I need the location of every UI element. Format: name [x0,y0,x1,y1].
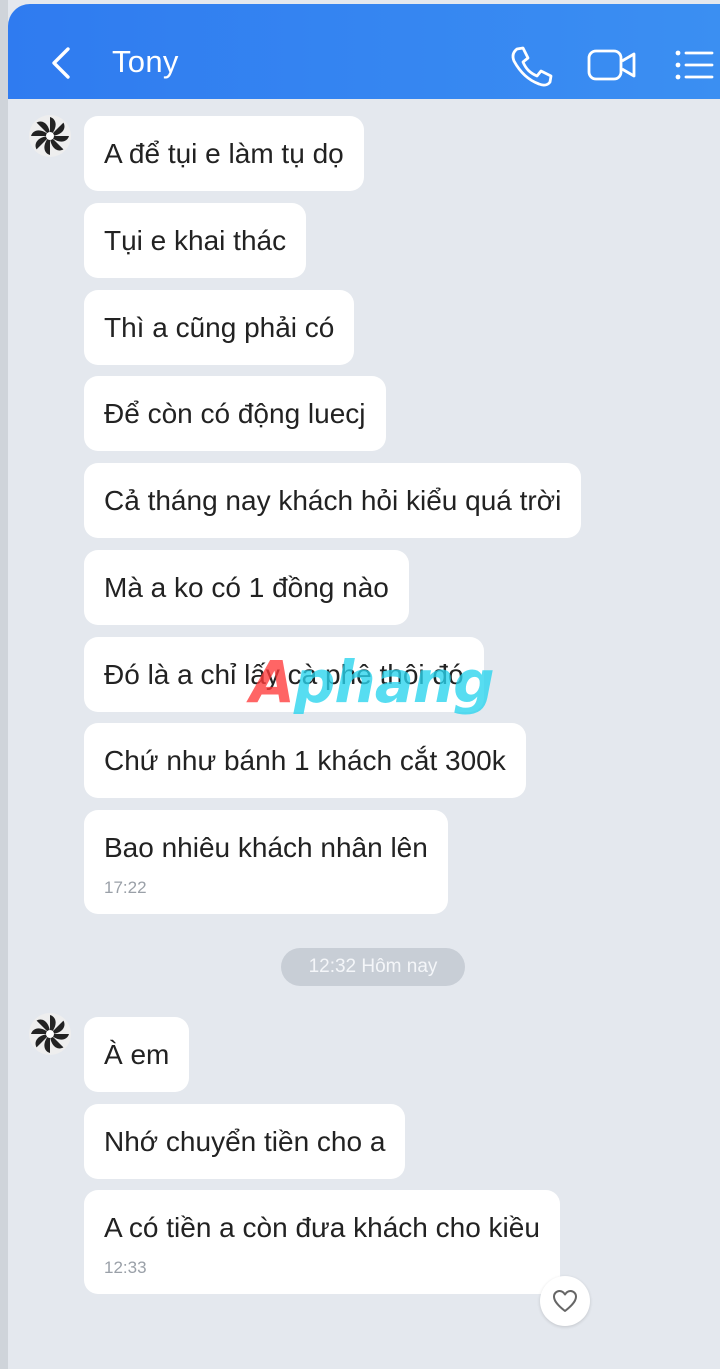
message-text: Tụi e khai thác [104,225,287,256]
watermark-part: phang [293,648,495,716]
message-text: A để tụi e làm tụ dọ [104,138,344,169]
message-text: Nhớ chuyển tiền cho a [104,1126,386,1157]
window-edge [0,0,8,1369]
message-bubble[interactable]: À em [84,1017,190,1092]
message-bubble[interactable]: Thì a cũng phải có [84,290,355,365]
heart-icon [553,1290,577,1312]
message-timestamp: 17:22 [104,878,147,897]
chat-header: Tony [8,4,720,99]
message-bubble[interactable]: Nhớ chuyển tiền cho a [84,1104,406,1179]
message-text: A có tiền a còn đưa khách cho kiều [104,1212,540,1243]
message-text: Thì a cũng phải có [104,312,335,343]
message-bubble[interactable]: Bao nhiêu khách nhân lên 17:22 [84,810,448,914]
list-menu-icon[interactable] [672,46,716,84]
message-timestamp: 12:33 [104,1258,147,1277]
watermark-logo: Aphang [250,648,495,716]
message-bubble[interactable]: Để còn có động luecj [84,376,386,451]
message-text: Để còn có động luecj [104,398,366,429]
video-camera-icon[interactable] [586,46,638,84]
message-bubble[interactable]: A có tiền a còn đưa khách cho kiều 12:33 [84,1190,560,1294]
reaction-button[interactable] [540,1276,590,1326]
message-bubble[interactable]: Chứ như bánh 1 khách cắt 300k [84,723,526,798]
contact-name[interactable]: Tony [112,44,179,80]
phone-icon[interactable] [508,44,554,88]
message-text: Chứ như bánh 1 khách cắt 300k [104,745,506,776]
message-bubble[interactable]: A để tụi e làm tụ dọ [84,116,364,191]
chevron-left-icon[interactable] [48,46,74,80]
message-bubble[interactable]: Tụi e khai thác [84,203,307,278]
date-divider: 12:32 Hôm nay [281,948,465,986]
watermark-part: A [250,648,295,716]
message-text: Cả tháng nay khách hỏi kiểu quá trời [104,485,562,516]
avatar[interactable] [28,114,72,158]
message-bubble[interactable]: Mà a ko có 1 đồng nào [84,550,409,625]
message-bubble[interactable]: Cả tháng nay khách hỏi kiểu quá trời [84,463,582,538]
message-text: Bao nhiêu khách nhân lên [104,832,428,863]
avatar[interactable] [28,1012,72,1056]
message-text: Mà a ko có 1 đồng nào [104,572,389,603]
message-text: À em [104,1039,170,1070]
